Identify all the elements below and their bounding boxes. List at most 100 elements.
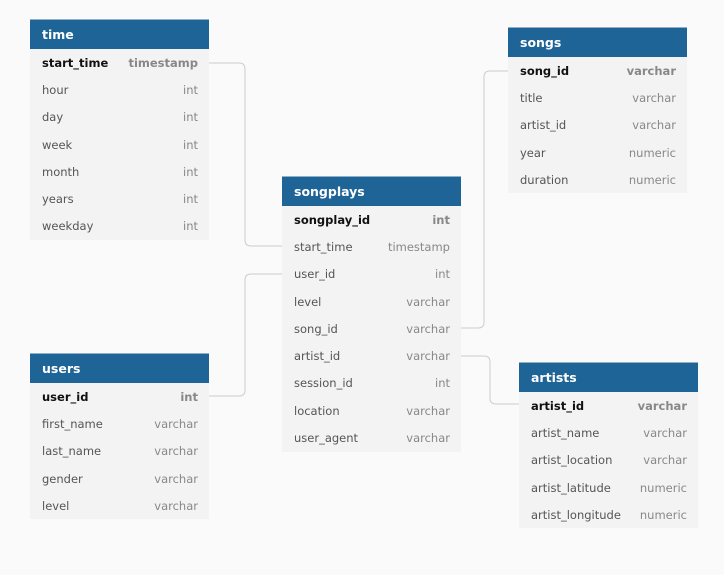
column-row[interactable]: hour int xyxy=(30,76,209,103)
column-name: user_agent xyxy=(294,431,359,446)
column-type: numeric xyxy=(628,145,676,160)
connector-songplays-songs xyxy=(460,70,508,329)
column-row[interactable]: user_id int xyxy=(282,261,461,288)
column-row[interactable]: artist_id varchar xyxy=(519,392,698,419)
column-row[interactable]: month int xyxy=(30,158,209,185)
column-type: int xyxy=(180,389,198,404)
column-type: varchar xyxy=(643,425,687,440)
column-row[interactable]: duration numeric xyxy=(508,166,687,193)
column-name: artist_id xyxy=(520,118,567,133)
column-name: song_id xyxy=(294,321,338,336)
column-row[interactable]: artist_longitude numeric xyxy=(519,501,698,528)
column-type: int xyxy=(183,110,198,125)
column-name: first_name xyxy=(42,416,103,431)
column-row[interactable]: session_id int xyxy=(282,370,461,397)
column-type: varchar xyxy=(637,398,687,413)
column-row[interactable]: start_time timestamp xyxy=(30,49,209,76)
column-type: varchar xyxy=(406,349,450,364)
column-name: artist_longitude xyxy=(531,507,621,522)
column-row[interactable]: years int xyxy=(30,185,209,212)
column-name: year xyxy=(520,145,546,160)
column-row[interactable]: artist_latitude numeric xyxy=(519,474,698,501)
column-type: varchar xyxy=(154,416,198,431)
table-header[interactable]: songplays xyxy=(282,176,461,206)
column-name: weekday xyxy=(42,219,94,234)
column-type: varchar xyxy=(406,431,450,446)
column-name: song_id xyxy=(520,63,570,78)
column-type: int xyxy=(183,192,198,207)
column-name: artist_latitude xyxy=(531,480,611,495)
column-type: varchar xyxy=(154,444,198,459)
column-row[interactable]: artist_id varchar xyxy=(508,112,687,139)
column-row[interactable]: title varchar xyxy=(508,84,687,111)
column-name: session_id xyxy=(294,376,353,391)
table-header[interactable]: songs xyxy=(508,27,687,57)
column-name: start_time xyxy=(42,55,109,70)
column-row[interactable]: first_name varchar xyxy=(30,410,209,437)
column-name: location xyxy=(294,403,340,418)
column-type: int xyxy=(183,219,198,234)
column-name: month xyxy=(42,164,80,179)
column-name: artist_id xyxy=(531,398,585,413)
column-type: varchar xyxy=(154,498,198,513)
column-row[interactable]: last_name varchar xyxy=(30,438,209,465)
column-name: start_time xyxy=(294,239,353,254)
column-row[interactable]: artist_id varchar xyxy=(282,342,461,369)
column-row[interactable]: level varchar xyxy=(30,492,209,519)
column-row[interactable]: songplay_id int xyxy=(282,206,461,233)
table-artists[interactable]: artists artist_id varchar artist_name varcha… xyxy=(519,362,698,529)
column-type: numeric xyxy=(639,507,687,522)
column-row[interactable]: song_id varchar xyxy=(508,57,687,84)
column-row[interactable]: week int xyxy=(30,131,209,158)
table-songplays[interactable]: songplays songplay_id int start_time timesta… xyxy=(282,176,461,452)
column-type: int xyxy=(183,164,198,179)
column-name: user_id xyxy=(42,389,89,404)
column-name: title xyxy=(520,90,543,105)
column-name: last_name xyxy=(42,444,102,459)
column-name: artist_name xyxy=(531,425,600,440)
column-type: timestamp xyxy=(128,55,198,70)
column-type: varchar xyxy=(632,118,676,133)
column-type: int xyxy=(435,267,450,282)
table-header[interactable]: users xyxy=(30,353,209,383)
column-type: varchar xyxy=(406,403,450,418)
column-row[interactable]: year numeric xyxy=(508,139,687,166)
column-row[interactable]: gender varchar xyxy=(30,465,209,492)
column-row[interactable]: level varchar xyxy=(282,288,461,315)
column-type: varchar xyxy=(154,471,198,486)
column-name: week xyxy=(42,137,73,152)
column-type: varchar xyxy=(406,321,450,336)
connector-time-songplays xyxy=(209,62,282,247)
column-row[interactable]: location varchar xyxy=(282,397,461,424)
column-type: int xyxy=(435,376,450,391)
column-name: gender xyxy=(42,471,83,486)
table-header[interactable]: time xyxy=(30,19,209,49)
connector-songplays-artists xyxy=(460,355,519,405)
column-name: level xyxy=(42,498,70,513)
connector-users-songplays xyxy=(209,273,282,397)
column-row[interactable]: day int xyxy=(30,104,209,131)
table-time[interactable]: time start_time timestamp hour int day int week… xyxy=(30,19,209,241)
column-row[interactable]: start_time timestamp xyxy=(282,233,461,260)
column-name: artist_location xyxy=(531,453,613,468)
column-name: hour xyxy=(42,82,69,97)
column-type: varchar xyxy=(626,63,676,78)
table-songs[interactable]: songs song_id varchar title varchar artist_id… xyxy=(508,27,687,194)
column-name: songplay_id xyxy=(294,212,371,227)
column-row[interactable]: weekday int xyxy=(30,213,209,240)
column-name: day xyxy=(42,110,64,125)
column-name: artist_id xyxy=(294,349,341,364)
column-name: years xyxy=(42,192,74,207)
column-row[interactable]: user_id int xyxy=(30,383,209,410)
column-row[interactable]: song_id varchar xyxy=(282,315,461,342)
column-type: int xyxy=(432,212,450,227)
column-row[interactable]: artist_location varchar xyxy=(519,447,698,474)
column-type: numeric xyxy=(628,172,676,187)
column-row[interactable]: user_agent varchar xyxy=(282,424,461,451)
table-users[interactable]: users user_id int first_name varchar last_nam… xyxy=(30,353,209,520)
column-row[interactable]: artist_name varchar xyxy=(519,419,698,446)
table-header[interactable]: artists xyxy=(519,362,698,392)
column-type: int xyxy=(183,82,198,97)
column-type: int xyxy=(183,137,198,152)
column-type: varchar xyxy=(632,90,676,105)
